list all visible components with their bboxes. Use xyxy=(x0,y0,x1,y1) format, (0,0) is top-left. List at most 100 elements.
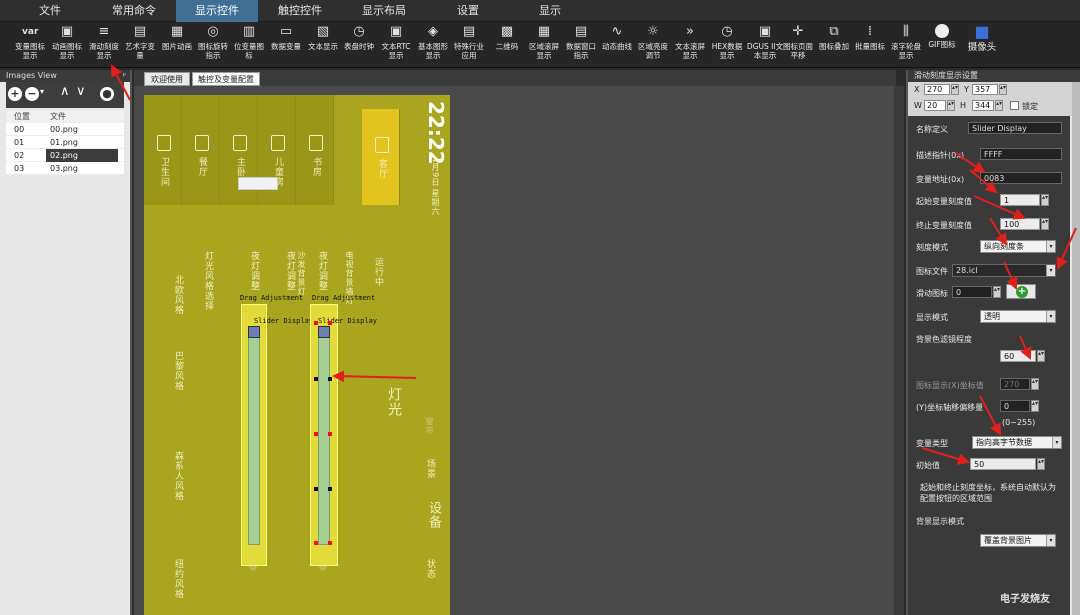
bg-display-select[interactable]: 覆盖背景图片 ▾ xyxy=(980,534,1056,547)
var-type-select[interactable]: 指向高字节数据 ▾ xyxy=(972,436,1062,449)
menu-touch-controls[interactable]: 触控控件 xyxy=(260,0,340,22)
ribbon-batch-icon[interactable]: ⁞ 批量图标 xyxy=(852,24,888,66)
remove-image-icon[interactable]: − xyxy=(25,87,39,101)
scale-mode-select[interactable]: 纵向刻度条 ▾ xyxy=(980,240,1056,253)
move-up-icon[interactable]: ∧ xyxy=(60,84,70,99)
menu-settings[interactable]: 设置 xyxy=(440,0,496,22)
slider-knob-2[interactable] xyxy=(318,326,330,338)
room-column[interactable]: 卫生间 xyxy=(144,95,182,205)
ribbon-hex-data[interactable]: ◷ HEX数据 显示 xyxy=(708,24,746,66)
ribbon-art-text[interactable]: ▤ 艺术字变 量 xyxy=(122,24,158,66)
ribbon-data-window[interactable]: ▤ 数据窗口 指示 xyxy=(563,24,599,66)
menu-file[interactable]: 文件 xyxy=(20,0,80,22)
w-input[interactable]: 20 xyxy=(924,100,946,111)
icon-file-select[interactable]: 28.icl ▾ xyxy=(952,264,1056,277)
ribbon-basic-graphic[interactable]: ◈ 基本图形 显示 xyxy=(415,24,451,66)
start-scale-spin[interactable]: ▴▾ xyxy=(1041,194,1049,206)
ribbon-data-variable[interactable]: ▭ 数据变量 xyxy=(268,24,304,66)
menu-display[interactable]: 显示 xyxy=(522,0,578,22)
room-column[interactable]: 餐厅 xyxy=(182,95,220,205)
ribbon-gif-icon[interactable]: GIF图标 xyxy=(924,24,960,66)
ribbon-dynamic-curve[interactable]: ∿ 动态曲线 xyxy=(599,24,635,66)
add-icon-button[interactable]: + xyxy=(1006,284,1036,299)
menu-display-layout[interactable]: 显示布局 xyxy=(345,0,423,22)
ribbon-qrcode[interactable]: ▩ 二维码 xyxy=(489,24,525,66)
ribbon-dial-clock[interactable]: ◷ 表盘时钟 xyxy=(341,24,377,66)
ribbon-brightness[interactable]: ☼ 区域亮度 调节 xyxy=(635,24,671,66)
table-row[interactable]: 01 01.png xyxy=(6,136,124,149)
slider-track-1[interactable] xyxy=(248,327,260,545)
tab-welcome[interactable]: 欢迎使用 xyxy=(144,72,190,86)
ribbon-animated-icon-display[interactable]: ▣ 动画图标 显示 xyxy=(49,24,85,66)
move-down-icon[interactable]: ∨ xyxy=(76,84,86,99)
end-scale-input[interactable]: 100 xyxy=(1000,218,1040,230)
add-image-icon[interactable]: + xyxy=(8,87,22,101)
ribbon-bit-variable[interactable]: ▥ 位变量图 标 xyxy=(231,24,267,66)
table-row[interactable]: 03 03.png xyxy=(6,162,124,175)
desc-pointer-input[interactable]: FFFF xyxy=(980,148,1062,160)
ribbon-rtc-text[interactable]: ▣ 文本RTC 显示 xyxy=(377,24,415,66)
room-icon xyxy=(233,135,247,151)
row-pos: 01 xyxy=(14,138,25,147)
bg-filter-input[interactable]: 60 xyxy=(1000,350,1036,362)
chevron-down-icon: ▾ xyxy=(1046,241,1055,252)
x-spin[interactable]: ▴▾ xyxy=(951,84,959,95)
x-input[interactable]: 270 xyxy=(924,84,950,95)
w-spin[interactable]: ▴▾ xyxy=(947,100,955,111)
end-scale-spin[interactable]: ▴▾ xyxy=(1041,218,1049,230)
pin-icon[interactable]: ᵖ xyxy=(123,70,126,82)
display-mode-select[interactable]: 透明 ▾ xyxy=(980,310,1056,323)
slide-icon-input[interactable]: 0 xyxy=(952,286,992,298)
tab-touch-variable-config[interactable]: 触控及变量配置 xyxy=(192,72,260,86)
ribbon-icon-rotate[interactable]: ◎ 图标旋转 指示 xyxy=(195,24,231,66)
ribbon-image-animation[interactable]: ▦ 图片动画 xyxy=(159,24,195,66)
ribbon-label: 滑动刻度 显示 xyxy=(89,42,119,60)
h-input[interactable]: 344 xyxy=(972,100,994,111)
ribbon-scroll-wheel[interactable]: ⫼ 滚字轮盘 显示 xyxy=(887,24,925,66)
room-column-selected[interactable]: 客厅 xyxy=(362,109,400,205)
ribbon-dgus-text[interactable]: ▣ DGUS II文 本显示 xyxy=(745,24,785,66)
menu-common-commands[interactable]: 常用命令 xyxy=(95,0,173,22)
ribbon-region-scroll[interactable]: ▦ 区域滚屏 显示 xyxy=(525,24,563,66)
start-scale-label: 起始变量刻度值 xyxy=(916,197,972,206)
menu-display-controls[interactable]: 显示控件 xyxy=(176,0,258,22)
y-offset-spin[interactable]: ▴▾ xyxy=(1031,400,1039,412)
ribbon-icon-overlay[interactable]: ⧉ 图标叠加 xyxy=(816,24,852,66)
ribbon-slider-display[interactable]: ≡ 滑动刻度 显示 xyxy=(86,24,122,66)
slider-track-2[interactable] xyxy=(318,327,330,545)
y-spin[interactable]: ▴▾ xyxy=(999,84,1007,95)
canvas-vertical-scrollbar[interactable] xyxy=(894,86,904,615)
bg-filter-spin[interactable]: ▴▾ xyxy=(1037,350,1045,362)
start-scale-input[interactable]: 1 xyxy=(1000,194,1040,206)
bit-variable-icon: ▥ xyxy=(242,24,256,39)
ribbon-label: 动态曲线 xyxy=(602,42,632,51)
room-column[interactable]: 书房 xyxy=(296,95,334,205)
ribbon-var-icon-display[interactable]: var 变量图标 显示 xyxy=(12,24,48,66)
design-page[interactable]: 卫生间 餐厅 主卧 儿童房 书房 客厅 22:22 4月9日 星期六 北欧风格 … xyxy=(144,95,450,615)
slider-marker xyxy=(314,487,318,491)
var-addr-input[interactable]: 0083 xyxy=(980,172,1062,184)
h-spin[interactable]: ▴▾ xyxy=(995,100,1003,111)
name-input[interactable]: Slider Display xyxy=(968,122,1062,134)
init-value-spin[interactable]: ▴▾ xyxy=(1037,458,1045,470)
ribbon-industry-app[interactable]: ▤ 特殊行业 应用 xyxy=(451,24,487,66)
image-animation-icon: ▦ xyxy=(170,24,184,39)
room-icon xyxy=(309,135,323,151)
ribbon-camera[interactable]: ■ 摄像头 xyxy=(964,24,1000,66)
lock-checkbox[interactable] xyxy=(1010,101,1019,110)
dropdown-icon[interactable]: ▾ xyxy=(40,87,44,96)
ribbon-text-display[interactable]: ▧ 文本显示 xyxy=(305,24,341,66)
properties-scrollbar[interactable] xyxy=(1072,82,1080,615)
y-offset-input[interactable]: 0 xyxy=(1000,400,1030,412)
ribbon-text-scroll[interactable]: » 文本滚屏 显示 xyxy=(671,24,709,66)
table-row-selected[interactable]: 02 02.png xyxy=(6,149,124,162)
ribbon-page-move[interactable]: ✛ 图标页面 平移 xyxy=(780,24,816,66)
table-row[interactable]: 00 00.png xyxy=(6,123,124,136)
room-label: 书房 xyxy=(311,157,321,177)
slider-knob-1[interactable] xyxy=(248,326,260,338)
y-input[interactable]: 357 xyxy=(972,84,998,95)
init-value-input[interactable]: 50 xyxy=(970,458,1036,470)
preview-eye-icon[interactable]: ● xyxy=(100,87,114,101)
slide-icon-spin[interactable]: ▴▾ xyxy=(993,286,1001,298)
clock-weekday: 星期六 xyxy=(431,189,440,216)
